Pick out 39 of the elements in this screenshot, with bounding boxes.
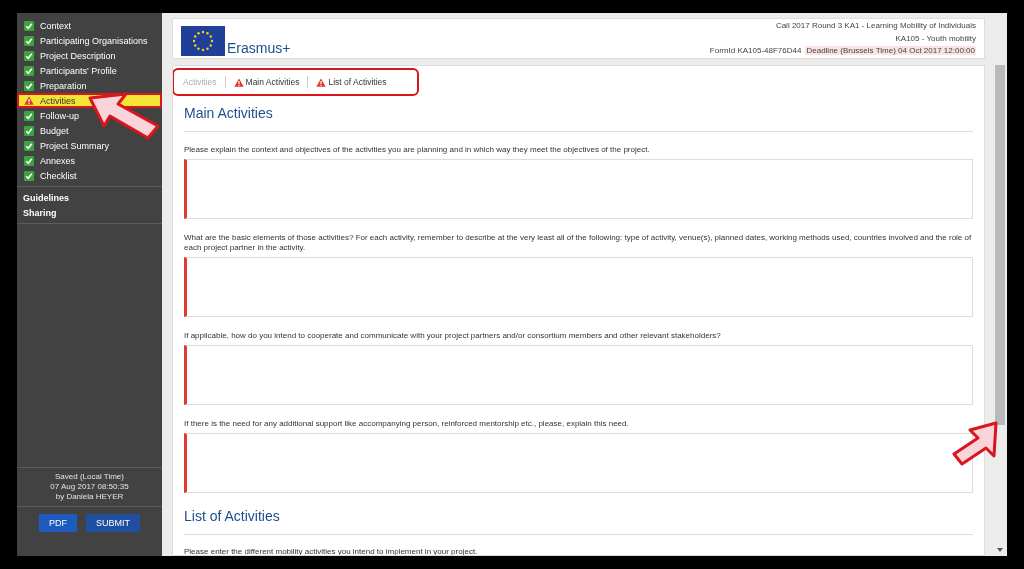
flag-icon [181,26,225,56]
save-status-text: 07 Aug 2017 08:50:35 [49,482,130,492]
save-status-text: Saved (Local Time) [54,472,125,482]
nav-item[interactable]: Project Description [17,48,162,63]
sidebar-link[interactable]: Guidelines [17,191,162,206]
nav-item[interactable]: Preparation [17,78,162,93]
deadline-text: Deadline (Brussels Time) 04 Oct 2017 12:00:00 [805,46,976,55]
answer-box[interactable] [184,159,973,219]
answer-box[interactable] [184,257,973,317]
action-text: KA105 - Youth mobility [894,32,976,45]
answer-box[interactable] [184,345,973,405]
scroll-down-icon[interactable] [997,548,1003,552]
nav-item[interactable]: Participants' Profile [17,63,162,78]
pdf-button[interactable]: PDF [39,514,77,532]
question-text: If applicable, how do you intend to cooperate and communicate with your project partners and/or consortium members and other relevant stakeholders? [184,331,722,341]
nav-item[interactable]: Annexes [17,153,162,168]
save-status-text: by Daniela HEYER [54,492,125,502]
answer-box[interactable] [184,433,973,493]
form-id-text: FormId KA105-48F76D44 [709,46,802,55]
nav-item[interactable]: Context [17,18,162,33]
section-heading: Main Activities [184,104,274,122]
breadcrumb-link[interactable]: List of Activities [316,77,387,87]
logo-text: Erasmus+ [227,40,291,56]
submit-button[interactable]: SUBMIT [86,514,140,532]
instruction-text: Please enter the different mobility activities you intend to implement in your project. [184,547,479,555]
scrollbar-thumb[interactable] [995,65,1005,425]
nav-item[interactable]: Project Summary [17,138,162,153]
nav-item[interactable]: Participating Organisations [17,33,162,48]
call-info-text: Call 2017 Round 3 KA1 - Learning Mobility of Individuals [774,20,976,32]
breadcrumb-link[interactable]: Main Activities [233,77,300,87]
question-text: Please explain the context and objectives of the activities you are planning and in which way they meet the objectives of the project. [184,145,651,155]
pointer-arrow [950,420,1000,466]
question-text: What are the basic elements of those activities? For each activity, remember to describe at the very least all of the following: type of activity, venue(s), planned dates, working methods used, countries involved and the role of each project partner in the activity. [184,233,973,253]
nav-item[interactable]: Checklist [17,168,162,183]
question-text: If there is the need for any additional support like accompanying person, reinforced mentorship etc., please, explain this need. [184,419,630,429]
sidebar-link[interactable]: Sharing [17,206,162,221]
section-heading: List of Activities [184,507,281,525]
nav-item[interactable]: Budget [17,123,162,138]
nav-item[interactable]: Follow-up [17,108,162,123]
